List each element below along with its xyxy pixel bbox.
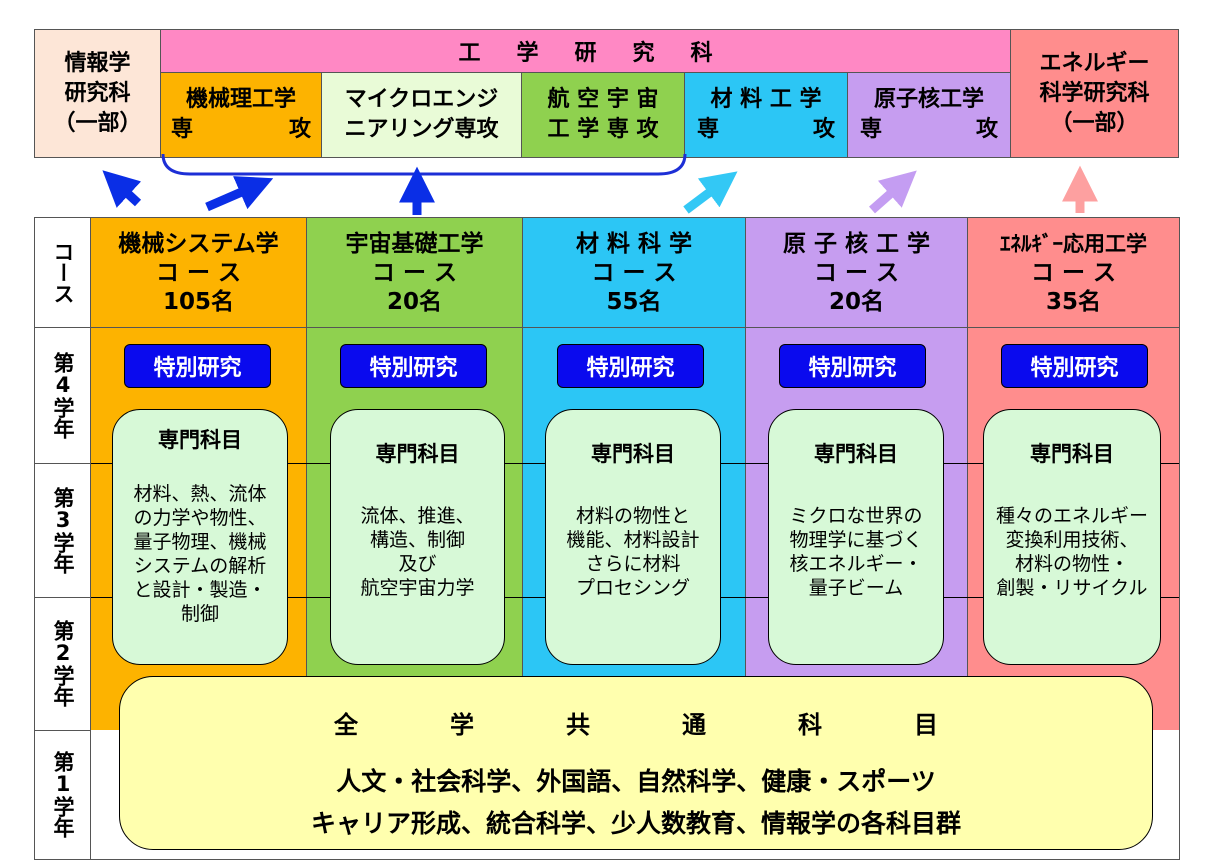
connector-arrows xyxy=(102,153,1098,215)
common-subjects-line-1: 人文・社会科学、外国語、自然科学、健康・スポーツ xyxy=(336,767,936,796)
common-subjects-title: 全 学 共 通 科 目 xyxy=(334,711,938,739)
special-research-badge: 特別研究 xyxy=(1001,344,1148,388)
row-label-column: コース 第4学年 第3学年 第2学年 第1学年 xyxy=(35,218,91,859)
arrow-to-mechanical xyxy=(205,176,274,212)
special-research-badge: 特別研究 xyxy=(124,344,271,388)
special-research-badge: 特別研究 xyxy=(779,344,926,388)
divider-course-row xyxy=(91,327,1179,328)
specialized-subjects-energy: 専門科目 種々のエネルギー 変換利用技術、 材料の物性・ 創製・リサイクル xyxy=(983,409,1161,665)
specialized-subjects-mechanical: 専門科目 材料、熱、流体 の力学や物性、 量子物理、機械 システムの解析 と設計… xyxy=(112,409,288,665)
arrow-to-nuclear xyxy=(869,170,917,214)
arrow-to-info xyxy=(102,170,142,208)
year-2-label: 第2学年 xyxy=(35,597,90,731)
course-row-label: コース xyxy=(35,218,90,328)
specialized-subjects-materials: 専門科目 材料の物性と 機能、材料設計 さらに材料 プロセシング xyxy=(545,409,721,665)
arrow-to-materials xyxy=(683,171,738,214)
major-group-bracket xyxy=(161,153,687,176)
year-3-label: 第3学年 xyxy=(35,463,90,598)
year-4-label: 第4学年 xyxy=(35,327,90,464)
curriculum-grid: コース 第4学年 第3学年 第2学年 第1学年 機械システム学 コ ー ス 10… xyxy=(34,217,1180,860)
common-subjects-box: 全 学 共 通 科 目 人文・社会科学、外国語、自然科学、健康・スポーツ キャリ… xyxy=(119,676,1153,850)
specialized-subjects-aerospace: 専門科目 流体、推進、 構造、制御 及び 航空宇宙力学 xyxy=(330,409,505,665)
year-1-label: 第1学年 xyxy=(51,751,75,838)
common-subjects-line-2: キャリア形成、統合科学、少人数教育、情報学の各科目群 xyxy=(310,809,961,838)
special-research-badge: 特別研究 xyxy=(557,344,704,388)
special-research-badge: 特別研究 xyxy=(340,344,487,388)
specialized-subjects-nuclear: 専門科目 ミクロな世界の 物理学に基づく 核エネルギー・ 量子ビーム xyxy=(768,409,944,665)
